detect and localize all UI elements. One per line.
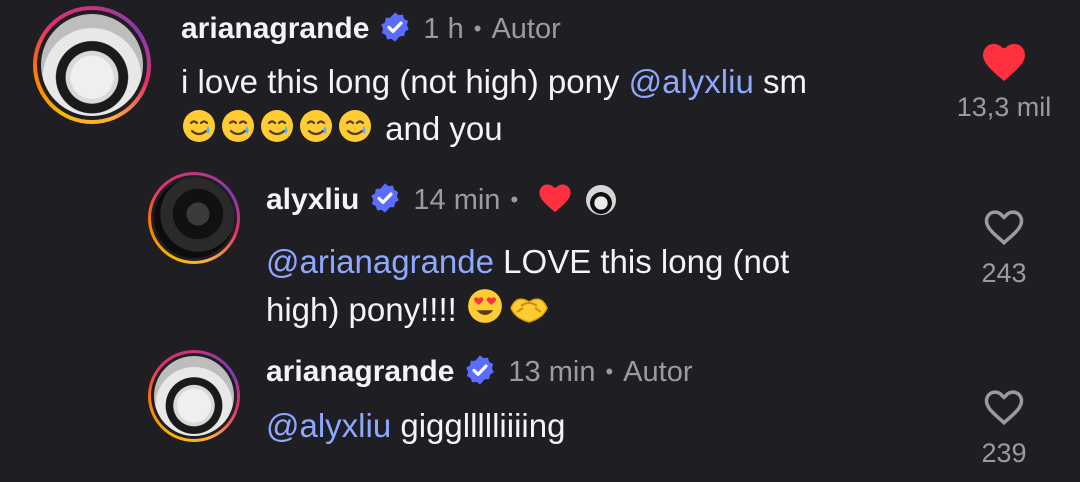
heart-eyes-icon	[466, 287, 504, 334]
smiling-face-with-tear-icon	[337, 108, 373, 153]
smiling-face-with-tear-icon	[259, 108, 295, 153]
mention-link[interactable]: @alyxliu	[266, 407, 391, 444]
avatar-arianagrande[interactable]	[148, 350, 240, 442]
like-count: 243	[981, 258, 1027, 288]
verified-badge-icon	[379, 11, 411, 48]
like-control: 13,3 mil	[944, 42, 1064, 123]
author-tag: Autor	[491, 12, 561, 45]
like-count: 13,3 mil	[956, 92, 1052, 122]
comment-text-line-1: @arianagrande LOVE this long (not	[266, 243, 790, 280]
verified-badge-icon	[464, 354, 496, 391]
comment-username[interactable]: alyxliu	[266, 183, 359, 217]
avatar-arianagrande[interactable]	[33, 6, 151, 124]
smiling-face-with-tear-icon	[220, 108, 256, 153]
verified-badge-icon	[369, 182, 401, 219]
like-count: 239	[981, 438, 1027, 468]
separator-dot: •	[510, 187, 519, 212]
heart-filled-icon[interactable]	[944, 42, 1064, 84]
like-control: 239	[944, 388, 1064, 469]
comment-text-line-1: @alyxliu giggllllliiiing	[266, 407, 566, 444]
comment-username[interactable]: arianagrande	[266, 355, 454, 389]
heart-hands-icon	[507, 287, 551, 334]
comment-time: 13 min	[508, 355, 596, 388]
comment-time: 1 h	[423, 12, 464, 45]
comment-text-line-1: i love this long (not high) pony @alyxli…	[181, 63, 807, 100]
comment-text-line-2: high) pony!!!!	[266, 287, 554, 334]
heart-outline-icon[interactable]	[944, 388, 1064, 430]
separator-dot: •	[605, 359, 614, 384]
creator-mini-avatar	[586, 185, 617, 215]
smiling-face-with-tear-icon	[298, 108, 334, 153]
creator-liked-heart-icon	[538, 183, 572, 218]
like-control: 243	[944, 208, 1064, 289]
comment-time: 14 min	[413, 183, 501, 216]
heart-outline-icon[interactable]	[944, 208, 1064, 250]
comment-username[interactable]: arianagrande	[181, 12, 369, 46]
smiling-face-with-tear-icon	[181, 108, 217, 153]
author-tag: Autor	[623, 355, 693, 388]
avatar-alyxliu[interactable]	[148, 172, 240, 264]
separator-dot: •	[473, 16, 482, 41]
comment-text-line-2: and you	[181, 108, 503, 153]
mention-link[interactable]: @arianagrande	[266, 243, 494, 280]
mention-link[interactable]: @alyxliu	[629, 63, 754, 100]
